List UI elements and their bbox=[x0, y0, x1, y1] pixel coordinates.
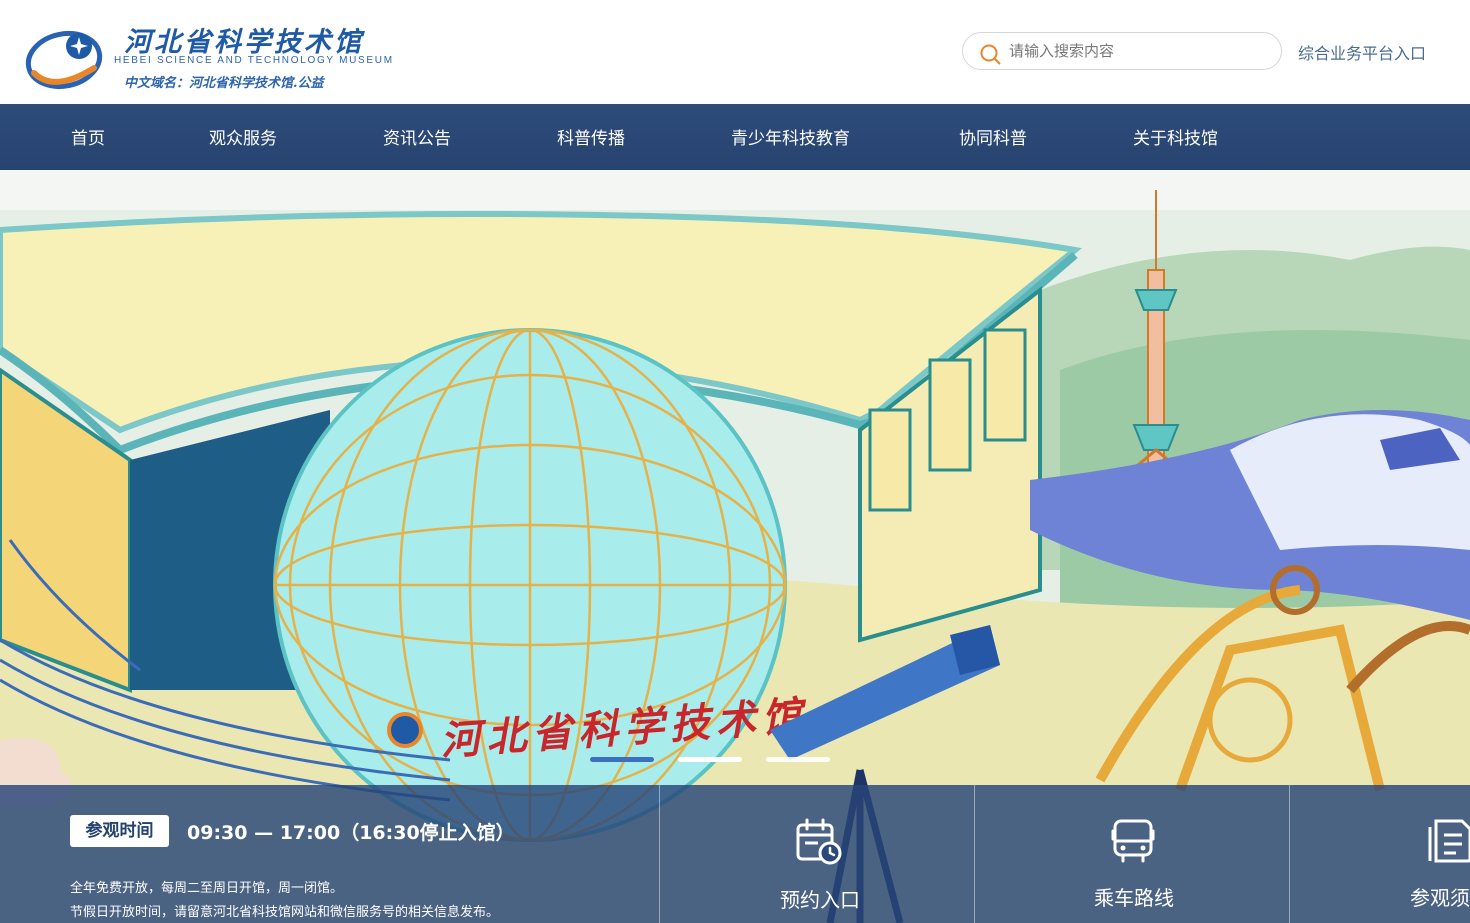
museum-logo[interactable]: 河北省科学技术馆 HEBEI SCIENCE AND TECHNOLOGY MU… bbox=[24, 8, 392, 100]
visit-time-badge: 参观时间 bbox=[70, 815, 169, 847]
search-icon[interactable] bbox=[979, 43, 1001, 65]
logo-domain: 中文域名：河北省科学技术馆.公益 bbox=[124, 76, 324, 91]
carousel-dot-2[interactable] bbox=[678, 757, 742, 762]
site-header: 河北省科学技术馆 HEBEI SCIENCE AND TECHNOLOGY MU… bbox=[0, 0, 1470, 104]
nav-item-about[interactable]: 关于科技馆 bbox=[1133, 124, 1218, 149]
visit-hours: 09:30 — 17:00（16:30停止入馆） bbox=[187, 822, 515, 844]
nav-item-science-communication[interactable]: 科普传播 bbox=[557, 124, 625, 149]
quick-link-visit-notice[interactable]: 参观须 bbox=[1290, 785, 1470, 923]
nav-item-collaborative-science[interactable]: 协同科普 bbox=[959, 124, 1027, 149]
visit-note-holidays: 节假日开放时间，请留意河北省科技馆网站和微信服务号的相关信息发布。 bbox=[70, 905, 500, 920]
logo-emblem-icon bbox=[25, 30, 103, 90]
carousel-dot-3[interactable] bbox=[766, 757, 830, 762]
quick-link-bus-route[interactable]: 乘车路线 bbox=[975, 785, 1289, 923]
carousel-dot-1[interactable] bbox=[590, 757, 654, 762]
nav-item-home[interactable]: 首页 bbox=[71, 124, 105, 149]
document-icon bbox=[1428, 819, 1470, 863]
main-nav: 首页 观众服务 资讯公告 科普传播 青少年科技教育 协同科普 关于科技馆 bbox=[0, 104, 1470, 170]
calendar-clock-icon bbox=[796, 818, 842, 865]
search-box[interactable] bbox=[962, 32, 1282, 70]
search-input[interactable] bbox=[1009, 39, 1269, 63]
nav-item-news[interactable]: 资讯公告 bbox=[383, 124, 451, 149]
visit-note-open-days: 全年免费开放，每周二至周日开馆，周一闭馆。 bbox=[70, 881, 344, 896]
quick-link-reservation[interactable]: 预约入口 bbox=[660, 785, 974, 923]
platform-entry-link[interactable]: 综合业务平台入口 bbox=[1298, 40, 1426, 64]
quick-link-label: 乘车路线 bbox=[1094, 886, 1174, 910]
nav-item-youth-education[interactable]: 青少年科技教育 bbox=[731, 124, 850, 149]
quick-link-label: 预约入口 bbox=[780, 888, 860, 912]
logo-name-cn: 河北省科学技术馆 bbox=[124, 27, 364, 58]
quick-link-label: 参观须 bbox=[1410, 886, 1470, 910]
bus-icon bbox=[1111, 819, 1155, 863]
visit-info-bar: 参观时间 09:30 — 17:00（16:30停止入馆） 全年免费开放，每周二… bbox=[0, 785, 1470, 923]
logo-name-en: HEBEI SCIENCE AND TECHNOLOGY MUSEUM bbox=[114, 55, 394, 66]
nav-item-visitor-services[interactable]: 观众服务 bbox=[209, 124, 277, 149]
